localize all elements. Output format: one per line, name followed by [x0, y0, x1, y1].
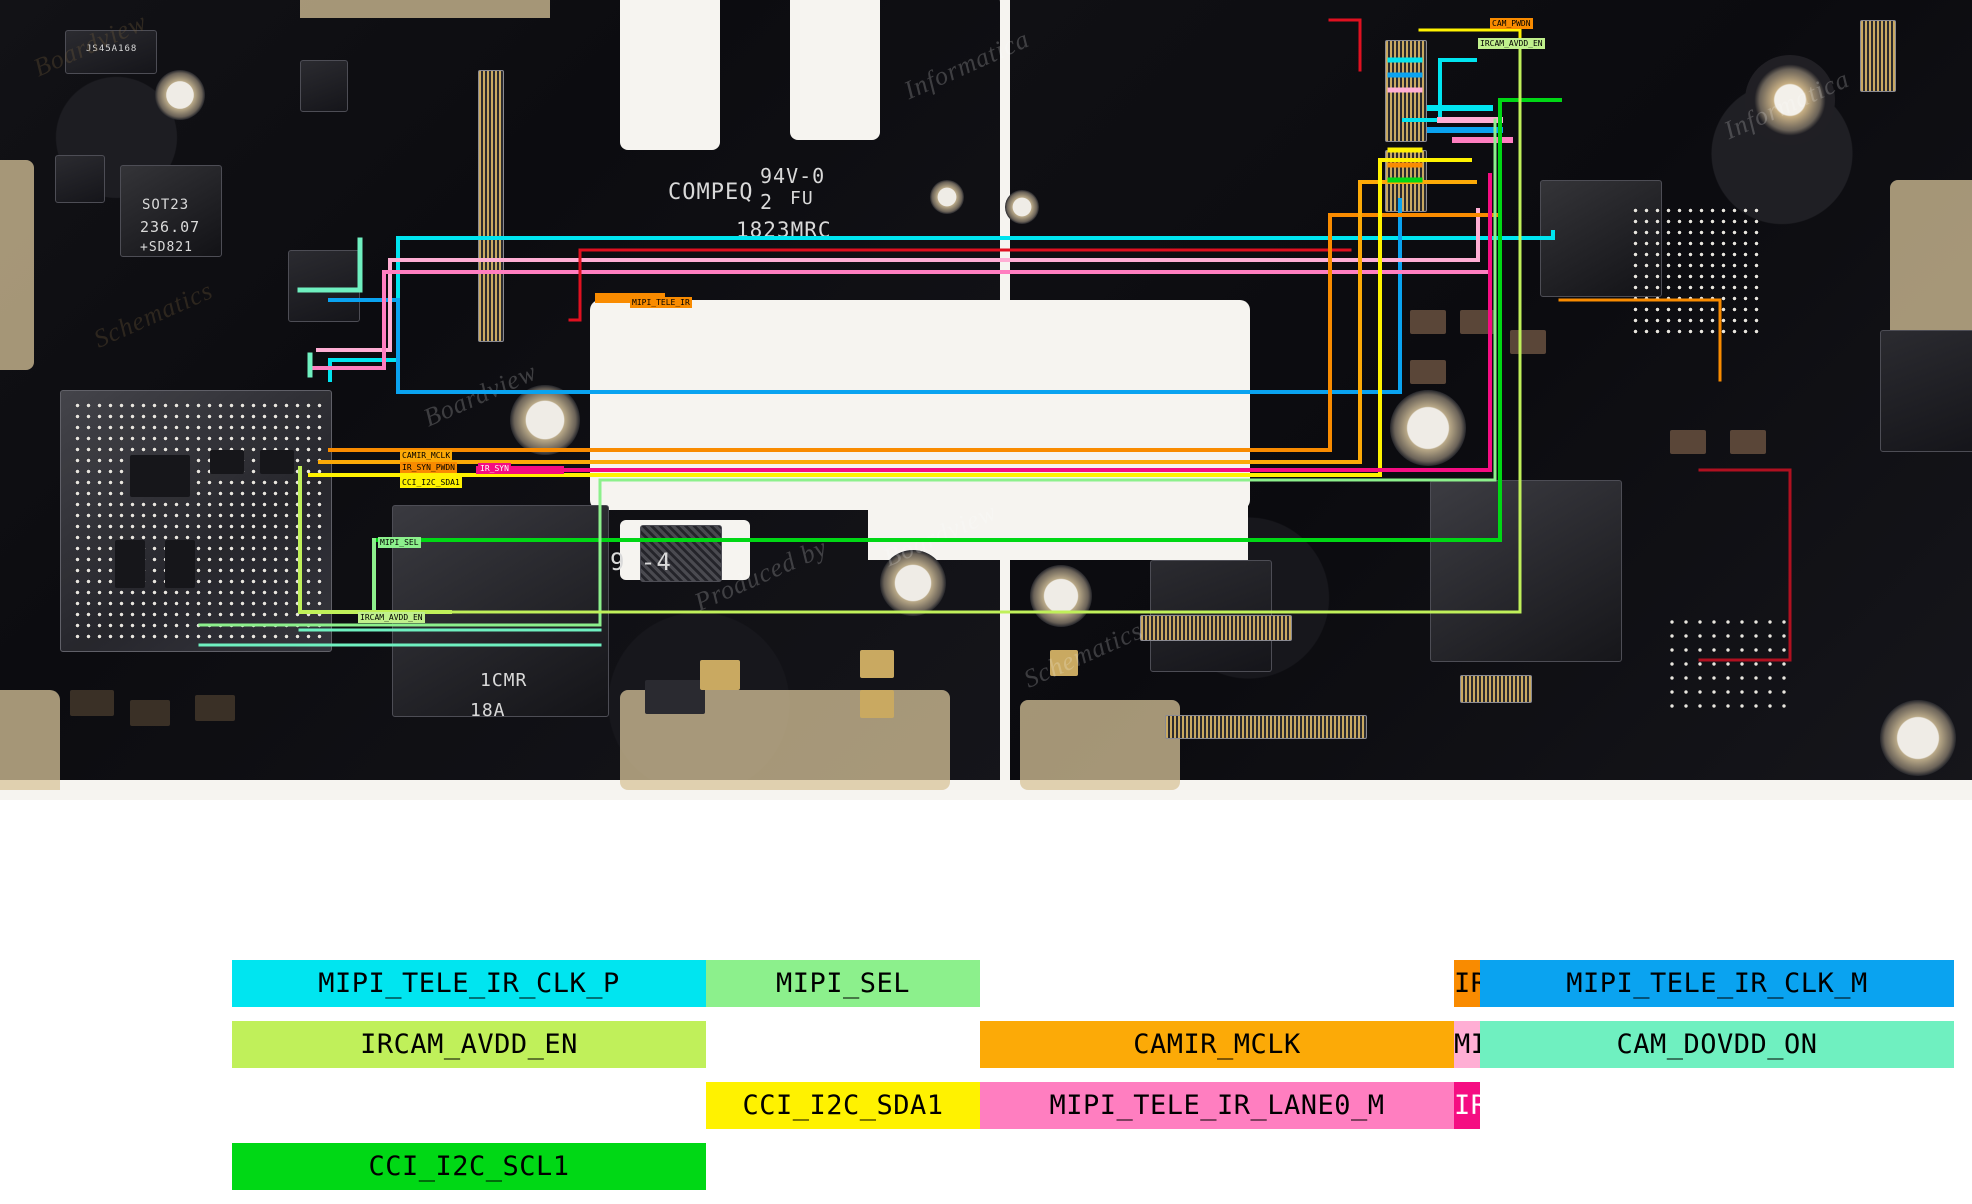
ic-chip [1880, 330, 1972, 452]
screw-hole [1880, 700, 1956, 776]
passive-component [1410, 360, 1446, 384]
ic-chip [1430, 480, 1622, 662]
legend-item-ir_syn: IR_SYN [1454, 1082, 1480, 1129]
pcb-component [130, 455, 190, 497]
camera-connector [1385, 150, 1427, 212]
via-hole [930, 180, 964, 214]
passive-component [1460, 310, 1496, 334]
trace-label: MIPI_TELE_IR [630, 297, 692, 308]
silkscreen-text: SOT23 [142, 197, 190, 213]
screw-hole [1030, 565, 1092, 627]
pcb-component [210, 450, 244, 474]
silkscreen-text: 18A [470, 700, 506, 721]
silkscreen-text: +SD821 [140, 240, 193, 255]
silkscreen-text: FU [790, 188, 814, 209]
passive-component [645, 680, 705, 714]
board-center-cutout [590, 300, 1250, 510]
silkscreen-text: 1823MRC [736, 218, 832, 242]
legend-item-mipi_tele_ir_lane0_p: MIPI_TELE_IR_LANE0_P [1454, 1021, 1480, 1068]
legend-column-gap [232, 1082, 706, 1129]
screw-hole [1390, 390, 1466, 466]
camera-connector [1385, 40, 1427, 142]
passive-component [1670, 430, 1706, 454]
passive-component [195, 695, 235, 721]
silkscreen-text: 9 -4 [610, 548, 672, 576]
legend-item-ir_cam_pwdn: IR_CAM_PWDN [1454, 960, 1480, 1007]
silkscreen-text: 94V-0 [760, 164, 826, 188]
bga-pad-grid [1665, 615, 1795, 710]
passive-component [1730, 430, 1766, 454]
board-gap [1000, 0, 1010, 800]
trace-label: IR_SYN [478, 463, 511, 474]
legend-item-cci_i2c_sda1: CCI_I2C_SDA1 [706, 1082, 980, 1129]
trace-label: IRCAM_AVDD_EN [358, 612, 425, 623]
ic-chip [300, 60, 348, 112]
screw-hole [510, 385, 580, 455]
test-pad [860, 690, 894, 718]
passive-component [70, 690, 114, 716]
trace-label: CAM_PWDN [1490, 18, 1533, 29]
trace-label: CCI_I2C_SDA1 [400, 477, 462, 488]
legend-grid: MIPI_TELE_IR_CLK_PMIPI_SELIR_CAM_PWDNMIP… [232, 960, 1954, 1190]
pcb-component [165, 540, 195, 588]
ic-chip [55, 155, 105, 203]
board-to-board-connector [478, 70, 504, 342]
ic-chip [288, 250, 360, 322]
passive-component [1510, 330, 1546, 354]
legend-column-gap [980, 960, 1454, 1007]
silkscreen-text: 1CMR [480, 670, 528, 691]
passive-component [130, 700, 170, 726]
fpc-connector [1165, 715, 1367, 739]
gold-edge-plating [300, 0, 550, 18]
legend-item-mipi_tele_ir_clk_m: MIPI_TELE_IR_CLK_M [1480, 960, 1954, 1007]
legend-item-cam_dovdd_on: CAM_DOVDD_ON [1480, 1021, 1954, 1068]
gold-edge-plating [1890, 180, 1972, 340]
pcb-component [115, 540, 145, 588]
silkscreen-text: COMPEQ [668, 180, 754, 205]
legend-item-camir_mclk: CAMIR_MCLK [980, 1021, 1454, 1068]
board-cutout [620, 0, 720, 150]
gold-edge-plating [0, 160, 34, 370]
board-cutout [790, 0, 880, 140]
legend-item-mipi_sel: MIPI_SEL [706, 960, 980, 1007]
pcb-component [260, 450, 294, 474]
legend-item-mipi_tele_ir_lane0_m: MIPI_TELE_IR_LANE0_M [980, 1082, 1454, 1129]
legend-item-cci_i2c_scl1: CCI_I2C_SCL1 [232, 1143, 706, 1190]
board-bottom-edge [0, 780, 1972, 800]
gold-edge-plating [0, 690, 60, 790]
trace-label: IR_SYN_PWDN [400, 462, 457, 473]
bga-pad-grid [72, 400, 322, 640]
passive-component [1410, 310, 1446, 334]
test-pad [860, 650, 894, 678]
via-hole [1005, 190, 1039, 224]
pcb-board-image: COMPEQ 94V-0 2 FU 1823MRC 9 -4 SOT23 236.07 +SD8… [0, 0, 1972, 800]
legend-item-mipi_tele_ir_clk_p: MIPI_TELE_IR_CLK_P [232, 960, 706, 1007]
trace-label: CAMIR_MCLK [400, 450, 453, 461]
legend-item-ircam_avdd_en: IRCAM_AVDD_EN [232, 1021, 706, 1068]
silkscreen-text: 2 [760, 190, 774, 214]
trace-label: IRCAM_AVDD_EN [1478, 38, 1545, 49]
bga-pad-grid [1630, 205, 1760, 335]
gold-edge-plating [1020, 700, 1180, 790]
legend-column-gap [706, 1021, 980, 1068]
trace-label: MIPI_SEL [378, 537, 421, 548]
fpc-connector [1140, 615, 1292, 641]
legend-column-gap [1480, 1082, 1954, 1129]
fpc-connector [1460, 675, 1532, 703]
fpc-connector [1860, 20, 1896, 92]
silkscreen-text: 236.07 [140, 218, 201, 236]
test-pad [700, 660, 740, 690]
screw-hole [155, 70, 205, 120]
signal-legend: MIPI_TELE_IR_CLK_PMIPI_SELIR_CAM_PWDNMIP… [0, 800, 1972, 1204]
